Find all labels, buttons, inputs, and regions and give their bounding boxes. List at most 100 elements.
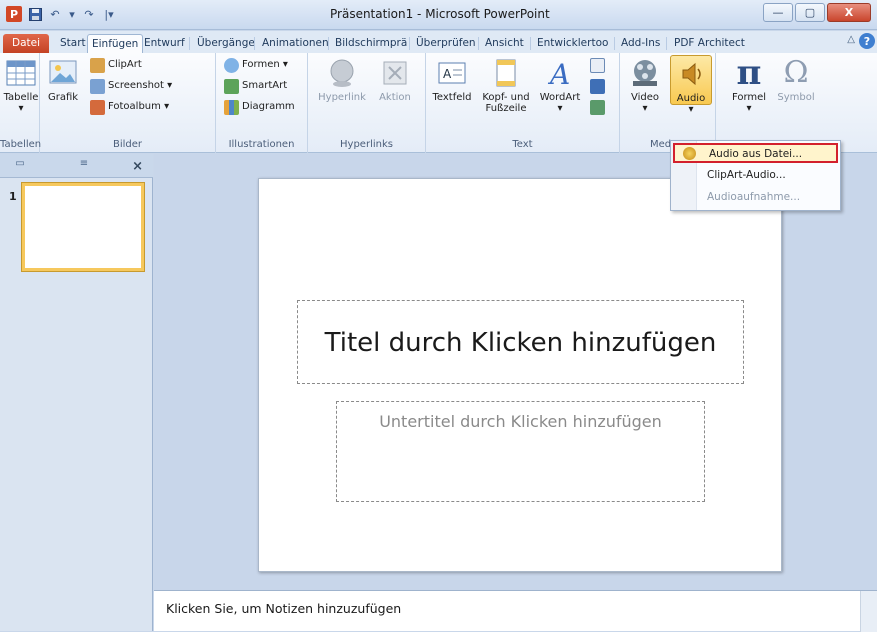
tab-separator xyxy=(614,37,615,50)
formel-button[interactable]: π Formel ▾ xyxy=(726,56,772,114)
window-controls: — ▢ X xyxy=(763,3,871,22)
minimize-button[interactable]: — xyxy=(763,3,793,22)
formel-label: Formel xyxy=(731,92,767,103)
tab-ueberpruefen[interactable]: Überprüfen xyxy=(412,34,480,53)
hyperlink-label: Hyperlink xyxy=(318,92,366,103)
wordart-icon: A xyxy=(544,57,576,91)
notes-pane[interactable]: Klicken Sie, um Notizen hinzuzufügen xyxy=(154,590,877,632)
title-bar: P ↶ ▾ ↷ |▾ Präsentation1 - Microsoft Pow… xyxy=(0,0,877,30)
chevron-down-icon: ▾ xyxy=(642,103,648,114)
tab-separator xyxy=(666,37,667,50)
fotoalbum-label: Fotoalbum ▾ xyxy=(108,101,170,112)
tab-einfuegen[interactable]: Einfügen xyxy=(87,34,144,53)
kopf-fusszeile-button[interactable]: Kopf- und Fußzeile xyxy=(478,57,534,114)
wordart-label: WordArt xyxy=(539,92,581,103)
notes-scrollbar[interactable] xyxy=(860,591,877,632)
chevron-down-icon: ▾ xyxy=(557,103,563,114)
group-label-hyperlinks: Hyperlinks xyxy=(340,139,393,150)
undo-icon[interactable]: ↶ xyxy=(48,7,62,21)
collapse-ribbon-icon[interactable]: △ xyxy=(847,34,855,45)
audio-button[interactable]: Audio ▾ xyxy=(670,55,712,115)
textbox-icon: A xyxy=(436,57,468,89)
fotoalbum-button[interactable]: Fotoalbum ▾ xyxy=(90,98,169,116)
tabelle-label: Tabelle xyxy=(3,92,39,103)
group-label-tabellen: Tabellen xyxy=(0,139,42,150)
video-label: Video xyxy=(630,92,660,103)
smartart-button[interactable]: SmartArt xyxy=(224,77,287,95)
tab-bildschirmpraesentation[interactable]: Bildschirmprä xyxy=(331,34,411,53)
tab-animationen[interactable]: Animationen xyxy=(258,34,333,53)
ribbon-tabs: Datei Start Einfügen Entwurf Übergänge A… xyxy=(0,31,877,53)
tab-datei[interactable]: Datei xyxy=(3,34,50,53)
tab-entwurf[interactable]: Entwurf xyxy=(140,34,189,53)
tab-start[interactable]: Start xyxy=(56,34,90,53)
menu-item-clipart-audio[interactable]: ClipArt-Audio... xyxy=(707,166,786,185)
ribbon: Tabelle ▾ Tabellen Grafik ClipArt Screen… xyxy=(0,53,877,153)
screenshot-button[interactable]: Screenshot ▾ xyxy=(90,77,172,95)
formen-button[interactable]: Formen ▾ xyxy=(224,56,288,74)
slide-thumbnail-pane: ▭ ≡ × 1 xyxy=(0,154,153,631)
diagramm-button[interactable]: Diagramm xyxy=(224,98,295,116)
wordart-button[interactable]: A WordArt ▾ xyxy=(538,57,582,114)
foliennummer-button[interactable] xyxy=(590,77,605,95)
object-icon xyxy=(590,99,605,115)
tab-ansicht[interactable]: Ansicht xyxy=(481,34,528,53)
aktion-button[interactable]: Aktion xyxy=(374,57,416,103)
hyperlink-button[interactable]: Hyperlink xyxy=(318,57,366,103)
tab-separator xyxy=(328,37,329,50)
tab-uebergaenge[interactable]: Übergänge xyxy=(193,34,259,53)
textfeld-button[interactable]: A Textfeld xyxy=(430,57,474,103)
save-icon[interactable] xyxy=(28,7,42,21)
clipart-label: ClipArt xyxy=(108,59,142,70)
group-tabellen: Tabelle ▾ Tabellen xyxy=(0,53,42,153)
customize-qat-icon[interactable]: |▾ xyxy=(102,7,116,21)
svg-text:A: A xyxy=(547,58,570,89)
clipart-button[interactable]: ClipArt xyxy=(90,56,142,74)
date-time-icon xyxy=(590,57,605,73)
group-symbole: π Formel ▾ Ω Symbol xyxy=(716,53,826,153)
slide[interactable]: Titel durch Klicken hinzufügen Untertite… xyxy=(258,178,782,572)
speaker-icon xyxy=(675,58,707,90)
powerpoint-logo-icon[interactable]: P xyxy=(6,6,22,22)
grafik-button[interactable]: Grafik xyxy=(42,57,84,103)
help-icon[interactable]: ? xyxy=(859,33,875,49)
menu-item-audio-aus-datei[interactable]: Audio aus Datei... xyxy=(673,143,838,163)
subtitle-placeholder[interactable]: Untertitel durch Klicken hinzufügen xyxy=(336,401,705,502)
textfeld-label: Textfeld xyxy=(432,92,472,103)
aktion-label: Aktion xyxy=(379,92,411,103)
slides-tab[interactable]: ▭ xyxy=(0,158,40,174)
shapes-icon xyxy=(224,57,239,73)
group-text: A Textfeld Kopf- und Fußzeile A WordArt … xyxy=(426,53,620,153)
tab-separator xyxy=(254,37,255,50)
group-illustrationen: Formen ▾ SmartArt Diagramm Illustratione… xyxy=(216,53,308,153)
picture-icon xyxy=(47,57,79,89)
outline-tab[interactable]: ≡ xyxy=(64,158,104,174)
close-button[interactable]: X xyxy=(827,3,871,22)
tab-separator xyxy=(530,37,531,50)
close-pane-icon[interactable]: × xyxy=(132,159,143,174)
window-title: Präsentation1 - Microsoft PowerPoint xyxy=(330,7,550,21)
objekt-button[interactable] xyxy=(590,98,605,116)
redo-icon[interactable]: ↷ xyxy=(82,7,96,21)
grafik-label: Grafik xyxy=(47,92,79,103)
tabelle-button[interactable]: Tabelle ▾ xyxy=(0,57,42,114)
photo-album-icon xyxy=(90,99,105,115)
kopf-fusszeile-label: Kopf- und Fußzeile xyxy=(482,92,530,114)
slide-editing-area: Titel durch Klicken hinzufügen Untertite… xyxy=(154,154,877,590)
tab-add-ins[interactable]: Add-Ins xyxy=(617,34,664,53)
tab-separator xyxy=(409,37,410,50)
slide-thumbnail[interactable] xyxy=(22,183,144,271)
notes-placeholder[interactable]: Klicken Sie, um Notizen hinzuzufügen xyxy=(166,601,401,616)
title-placeholder[interactable]: Titel durch Klicken hinzufügen xyxy=(297,300,744,384)
chart-icon xyxy=(224,99,239,115)
datum-uhrzeit-button[interactable] xyxy=(590,56,605,74)
group-label-bilder: Bilder xyxy=(112,139,143,150)
undo-dropdown-icon[interactable]: ▾ xyxy=(68,7,76,21)
tab-entwicklertools[interactable]: Entwicklertoo xyxy=(533,34,612,53)
tab-separator xyxy=(478,37,479,50)
menu-item-audioaufnahme[interactable]: Audioaufnahme... xyxy=(707,188,800,207)
tab-pdf-architect[interactable]: PDF Architect xyxy=(670,34,749,53)
symbol-button[interactable]: Ω Symbol xyxy=(774,57,818,104)
maximize-button[interactable]: ▢ xyxy=(795,3,825,22)
video-button[interactable]: Video ▾ xyxy=(624,57,666,114)
